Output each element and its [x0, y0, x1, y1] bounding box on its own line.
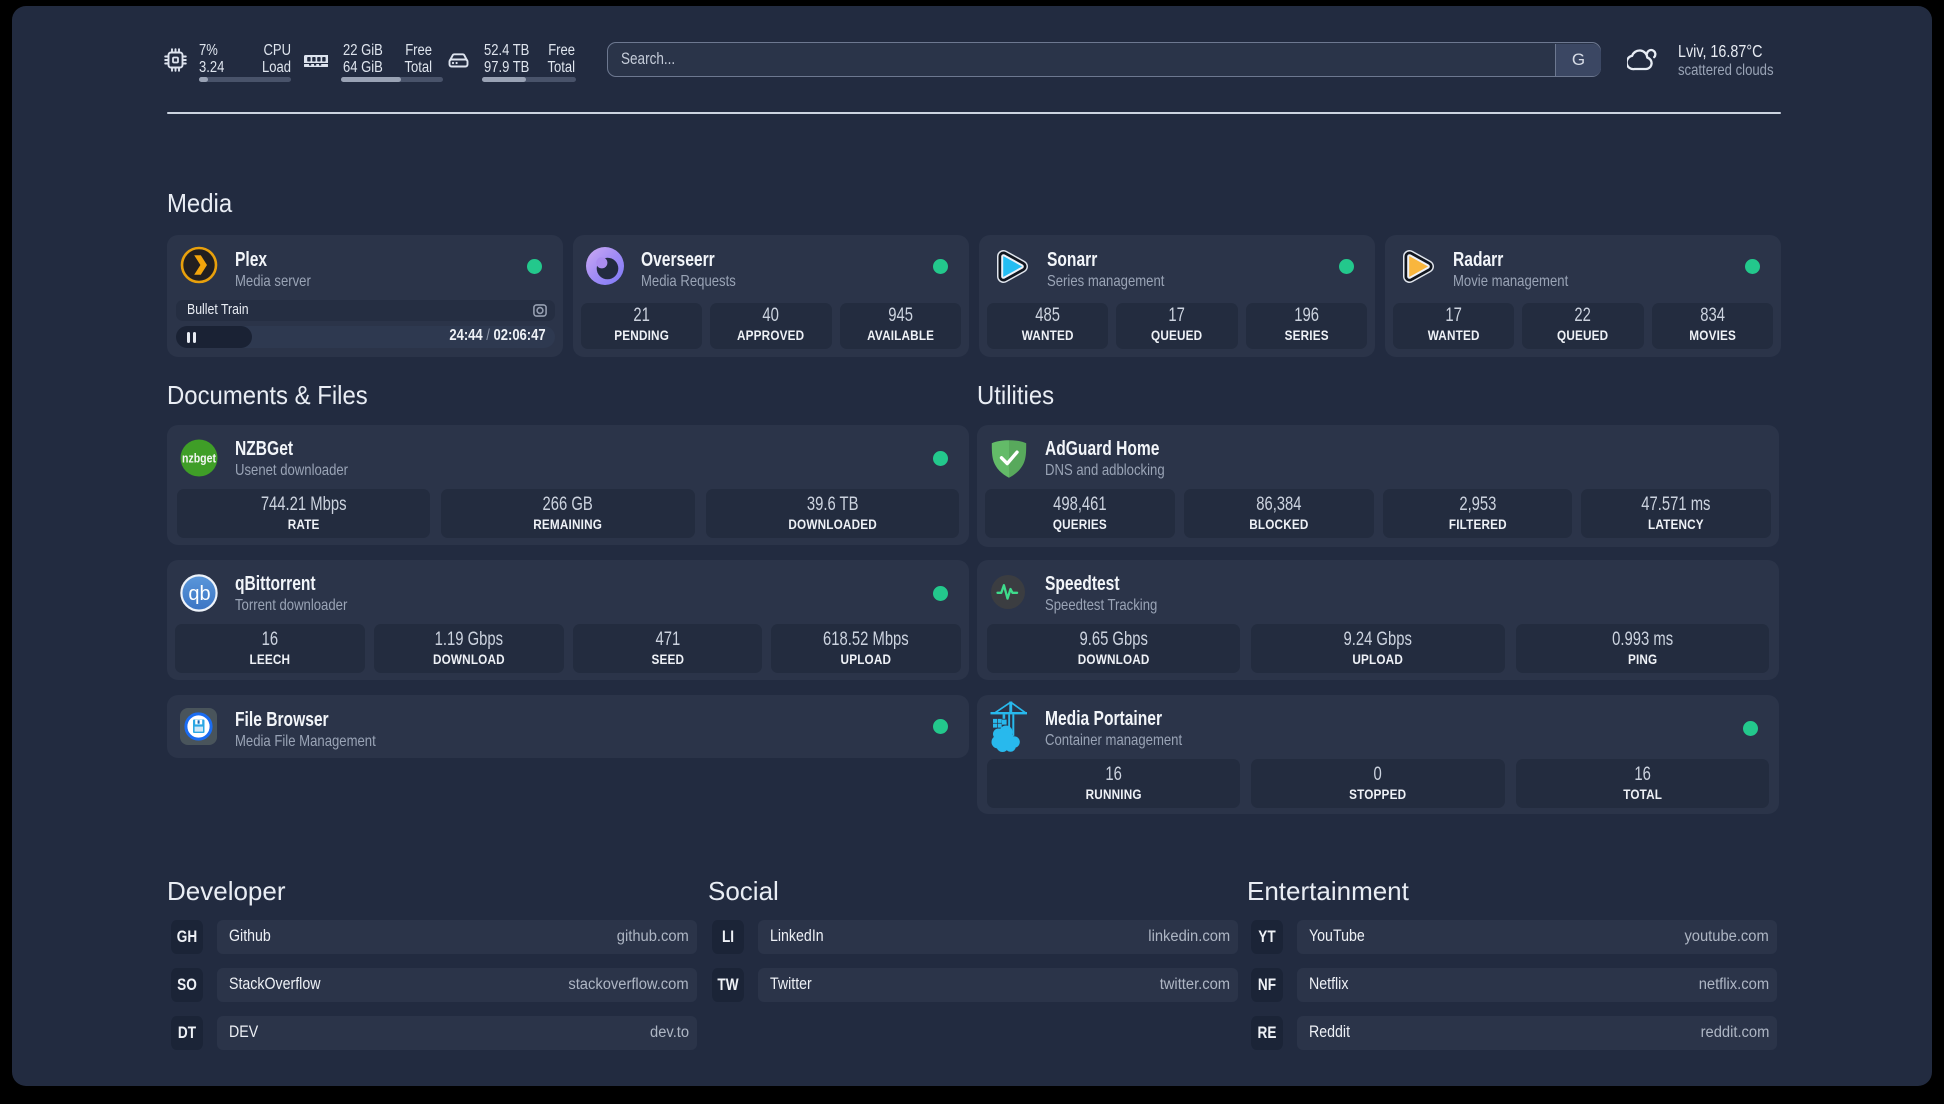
svg-text:qb: qb: [188, 583, 210, 605]
svg-text:nzbget: nzbget: [182, 452, 217, 466]
